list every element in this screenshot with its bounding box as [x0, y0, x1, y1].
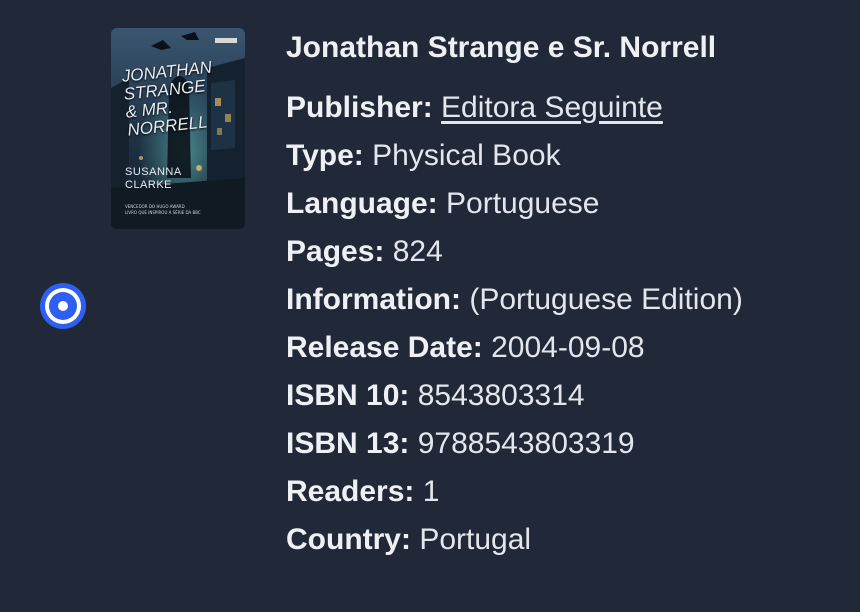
publisher-logo-icon — [215, 38, 237, 43]
detail-label: Language: — [286, 187, 438, 220]
detail-isbn13: ISBN 13: 9788543803319 — [286, 420, 743, 468]
detail-publisher: Publisher: Editora Seguinte — [286, 84, 743, 132]
detail-value: Portugal — [419, 523, 532, 556]
detail-value: 2004-09-08 — [491, 331, 645, 364]
detail-isbn10: ISBN 10: 8543803314 — [286, 372, 743, 420]
detail-label: Readers: — [286, 475, 415, 508]
detail-label: Pages: — [286, 235, 385, 268]
publisher-link[interactable]: Editora Seguinte — [441, 91, 663, 124]
detail-type: Type: Physical Book — [286, 132, 743, 180]
book-details: Jonathan Strange e Sr. Norrell Publisher… — [286, 26, 743, 564]
detail-value: 8543803314 — [417, 379, 585, 412]
detail-label: Country: — [286, 523, 411, 556]
detail-label: ISBN 13: — [286, 427, 410, 460]
detail-release-date: Release Date: 2004-09-08 — [286, 324, 743, 372]
detail-value: 1 — [422, 475, 440, 508]
detail-label: Type: — [286, 139, 364, 172]
detail-value: Portuguese — [446, 187, 600, 220]
detail-readers: Readers: 1 — [286, 468, 743, 516]
detail-label: ISBN 10: — [286, 379, 410, 412]
edition-radio-button[interactable] — [40, 283, 86, 329]
detail-pages: Pages: 824 — [286, 228, 743, 276]
detail-value: Physical Book — [372, 139, 561, 172]
detail-label: Publisher: — [286, 91, 433, 124]
detail-value: (Portuguese Edition) — [469, 283, 743, 316]
detail-label: Information: — [286, 283, 461, 316]
detail-information: Information: (Portuguese Edition) — [286, 276, 743, 324]
book-cover-image: JONATHAN STRANGE & MR. NORRELL SUSANNA CLARK… — [111, 28, 245, 229]
detail-value: 824 — [392, 235, 443, 268]
detail-value: 9788543803319 — [417, 427, 635, 460]
detail-country: Country: Portugal — [286, 516, 743, 564]
book-title: Jonathan Strange e Sr. Norrell — [286, 31, 717, 64]
detail-language: Language: Portuguese — [286, 180, 743, 228]
detail-label: Release Date: — [286, 331, 483, 364]
